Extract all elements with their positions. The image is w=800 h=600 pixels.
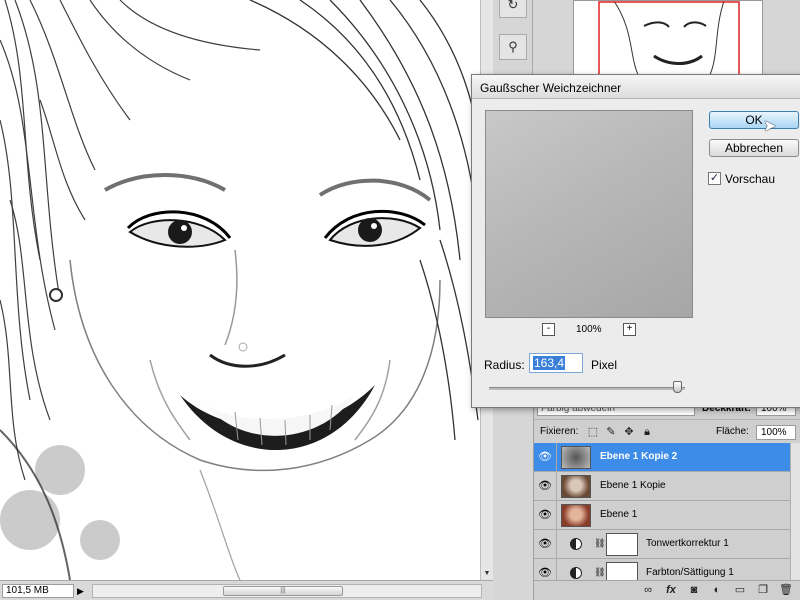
layer-mask-thumbnail[interactable] <box>606 562 638 580</box>
mask-icon[interactable]: ◙ <box>687 583 701 597</box>
checkbox-box[interactable]: ✓ <box>708 172 721 185</box>
layer-mask-thumbnail[interactable] <box>606 533 638 556</box>
history-panel-icon[interactable]: ↻ <box>499 0 527 18</box>
layers-bottom-bar: ∞ fx ◙ ◐ ▭ ❐ 🗑︎ <box>534 580 800 600</box>
canvas-horizontal-scrollbar[interactable]: ||| <box>92 584 482 598</box>
radius-input[interactable]: 163,4 <box>529 353 583 373</box>
radius-slider-thumb[interactable] <box>672 381 682 393</box>
fx-icon[interactable]: fx <box>664 583 678 597</box>
eye-icon[interactable]: 👁︎ <box>537 479 553 493</box>
radius-slider-track[interactable] <box>489 387 685 390</box>
link-icon[interactable]: ∞ <box>641 583 655 597</box>
layer-thumbnail <box>561 446 591 469</box>
layer-row[interactable]: 👁︎ ⛓ Farbton/Sättigung 1 <box>534 559 800 580</box>
navigator-thumbnail[interactable] <box>573 0 763 76</box>
photoshop-workspace: ▼ 101,5 MB ▶ ||| ↻ ⚲ Farbig abwedeln Dec… <box>0 0 800 600</box>
new-layer-icon[interactable]: ❐ <box>756 583 770 597</box>
eye-icon[interactable]: 👁︎ <box>537 566 553 580</box>
mouse-cursor-icon: ➤ <box>763 118 777 135</box>
layer-name: Ebene 1 Kopie 2 <box>600 451 678 462</box>
zoom-in-button[interactable]: + <box>623 323 636 336</box>
scroll-down-arrow-icon[interactable]: ▼ <box>481 567 493 580</box>
eye-icon[interactable]: 👁︎ <box>537 537 553 551</box>
transparency-lock-icon[interactable]: ⬚ <box>586 425 600 439</box>
lock-label: Fixieren: <box>540 426 579 437</box>
trash-icon[interactable]: 🗑︎ <box>779 583 793 597</box>
document-size-field[interactable]: 101,5 MB <box>2 584 74 598</box>
clone-source-icon[interactable]: ⚲ <box>499 34 527 60</box>
preview-label: Vorschau <box>725 172 776 186</box>
adjustment-layer-icon <box>570 538 582 550</box>
radius-unit-label: Pixel <box>591 358 618 372</box>
cancel-button[interactable]: Abbrechen <box>709 139 799 157</box>
layer-row[interactable]: 👁︎ Ebene 1 Kopie <box>534 472 800 501</box>
scrollbar-thumb[interactable]: ||| <box>223 586 343 596</box>
radius-value: 163,4 <box>533 356 566 370</box>
fill-label: Fläche: <box>716 426 749 437</box>
chain-link-icon[interactable]: ⛓ <box>594 567 605 578</box>
panel-tool-strip: ↻ ⚲ <box>493 0 533 80</box>
layer-list: 👁︎ Ebene 1 Kopie 2 👁︎ Ebene 1 Kopie 👁︎ E… <box>534 443 800 580</box>
brush-lock-icon[interactable]: ✎ <box>604 425 618 439</box>
gaussian-blur-dialog: Gaußscher Weichzeichner - 100% + Radius:… <box>471 74 800 408</box>
zoom-out-button[interactable]: - <box>542 323 555 336</box>
layer-thumbnail <box>561 475 591 498</box>
navigator-panel <box>533 0 800 80</box>
radius-label: Radius: <box>484 358 525 372</box>
play-icon[interactable]: ▶ <box>77 585 87 597</box>
move-lock-icon[interactable]: ✥ <box>622 425 636 439</box>
blur-preview[interactable] <box>485 110 693 318</box>
adjustment-layer-icon <box>570 567 582 579</box>
dialog-titlebar[interactable]: Gaußscher Weichzeichner <box>472 75 800 99</box>
layer-row[interactable]: 👁︎ Ebene 1 Kopie 2 <box>534 443 800 472</box>
eye-icon[interactable]: 👁︎ <box>537 508 553 522</box>
chain-link-icon[interactable]: ⛓ <box>594 538 605 549</box>
preview-zoom-percent: 100% <box>576 324 602 335</box>
layers-panel: Farbig abwedeln Deckkraft: 100% Fixieren… <box>533 395 800 600</box>
folder-icon[interactable]: ▭ <box>733 583 747 597</box>
portrait-image <box>0 0 480 580</box>
dialog-title: Gaußscher Weichzeichner <box>480 81 622 95</box>
fill-field[interactable]: 100% <box>756 425 796 440</box>
document-canvas[interactable] <box>0 0 480 580</box>
status-bar: 101,5 MB ▶ ||| <box>0 580 493 600</box>
layer-name: Tonwertkorrektur 1 <box>646 538 729 549</box>
layer-thumbnail <box>561 504 591 527</box>
lock-row: Fixieren: ⬚ ✎ ✥ 🔒︎ Fläche: 100% <box>534 419 800 443</box>
layer-name: Farbton/Sättigung 1 <box>646 567 734 578</box>
layers-scrollbar[interactable] <box>790 443 800 580</box>
layer-row[interactable]: 👁︎ ⛓ Tonwertkorrektur 1 <box>534 530 800 559</box>
adjustment-icon[interactable]: ◐ <box>710 583 724 597</box>
padlock-icon[interactable]: 🔒︎ <box>640 425 654 439</box>
layer-name: Ebene 1 Kopie <box>600 480 666 491</box>
layer-row[interactable]: 👁︎ Ebene 1 <box>534 501 800 530</box>
ok-button[interactable]: OK <box>709 111 799 129</box>
layer-name: Ebene 1 <box>600 509 638 520</box>
eye-icon[interactable]: 👁︎ <box>537 450 553 464</box>
